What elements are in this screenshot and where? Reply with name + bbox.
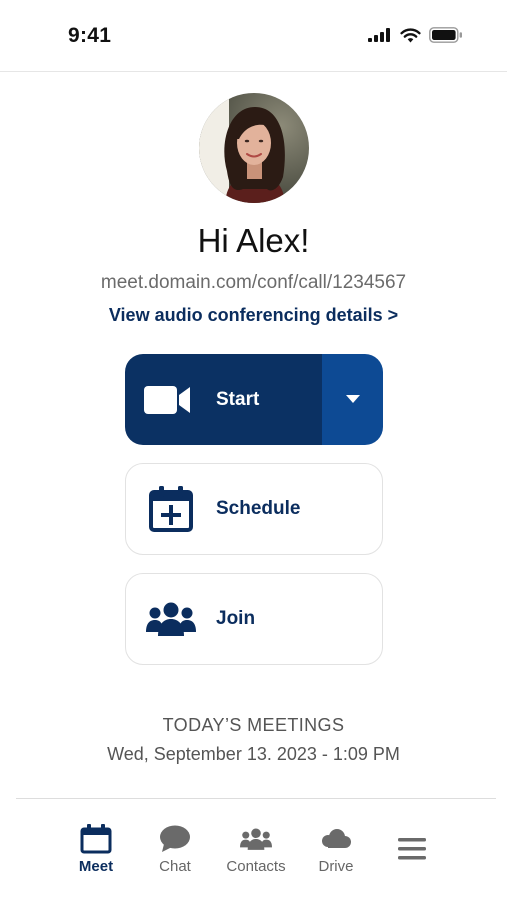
greeting-title: Hi Alex!: [197, 222, 310, 259]
personal-meeting-url: meet.domain.com/conf/call/1234567: [100, 272, 407, 293]
tab-bar-divider: [16, 798, 496, 799]
chat-bubble-icon: [159, 822, 191, 856]
audio-conferencing-details-link[interactable]: View audio conferencing details >: [0, 305, 507, 326]
tab-contacts-label: Contacts: [226, 858, 286, 875]
tab-chat-label: Chat: [159, 858, 191, 875]
todays-meetings-datetime: Wed, September 13. 2023 - 1:09 PM: [107, 744, 400, 764]
cellular-signal-icon: [368, 28, 390, 42]
start-meeting-button[interactable]: Start: [125, 354, 322, 445]
tab-contacts[interactable]: Contacts: [221, 822, 291, 875]
start-label: Start: [216, 388, 260, 410]
start-options-dropdown[interactable]: [322, 354, 383, 445]
tab-meet[interactable]: Meet: [74, 822, 118, 875]
todays-meetings-heading: TODAY’S MEETINGS: [162, 715, 345, 735]
avatar[interactable]: [199, 93, 309, 203]
tab-drive-label: Drive: [318, 858, 354, 875]
hamburger-menu-icon: [398, 832, 426, 866]
battery-icon: [429, 27, 462, 43]
people-icon: [240, 822, 272, 856]
schedule-meeting-button[interactable]: Schedule: [125, 463, 383, 555]
calendar-add-icon: [126, 485, 216, 533]
status-icons: [368, 27, 463, 43]
tab-more-menu[interactable]: [392, 832, 432, 866]
cloud-icon: [320, 822, 352, 856]
tab-meet-label: Meet: [78, 858, 114, 875]
join-meeting-button[interactable]: Join: [125, 573, 383, 665]
bottom-tab-bar: Meet Chat Contacts Drive: [0, 800, 507, 900]
video-camera-icon: [144, 384, 192, 416]
status-bar: 9:41: [0, 0, 507, 72]
people-group-icon: [126, 602, 216, 636]
schedule-label: Schedule: [216, 498, 301, 519]
tab-chat[interactable]: Chat: [153, 822, 197, 875]
header-divider: [0, 71, 507, 72]
wifi-icon: [400, 27, 421, 42]
calendar-icon: [80, 822, 112, 856]
tab-drive[interactable]: Drive: [313, 822, 359, 875]
caret-down-icon: [345, 395, 360, 403]
join-label: Join: [216, 608, 256, 629]
start-meeting-button-group: Start: [125, 354, 383, 445]
status-time: 9:41: [68, 24, 112, 47]
